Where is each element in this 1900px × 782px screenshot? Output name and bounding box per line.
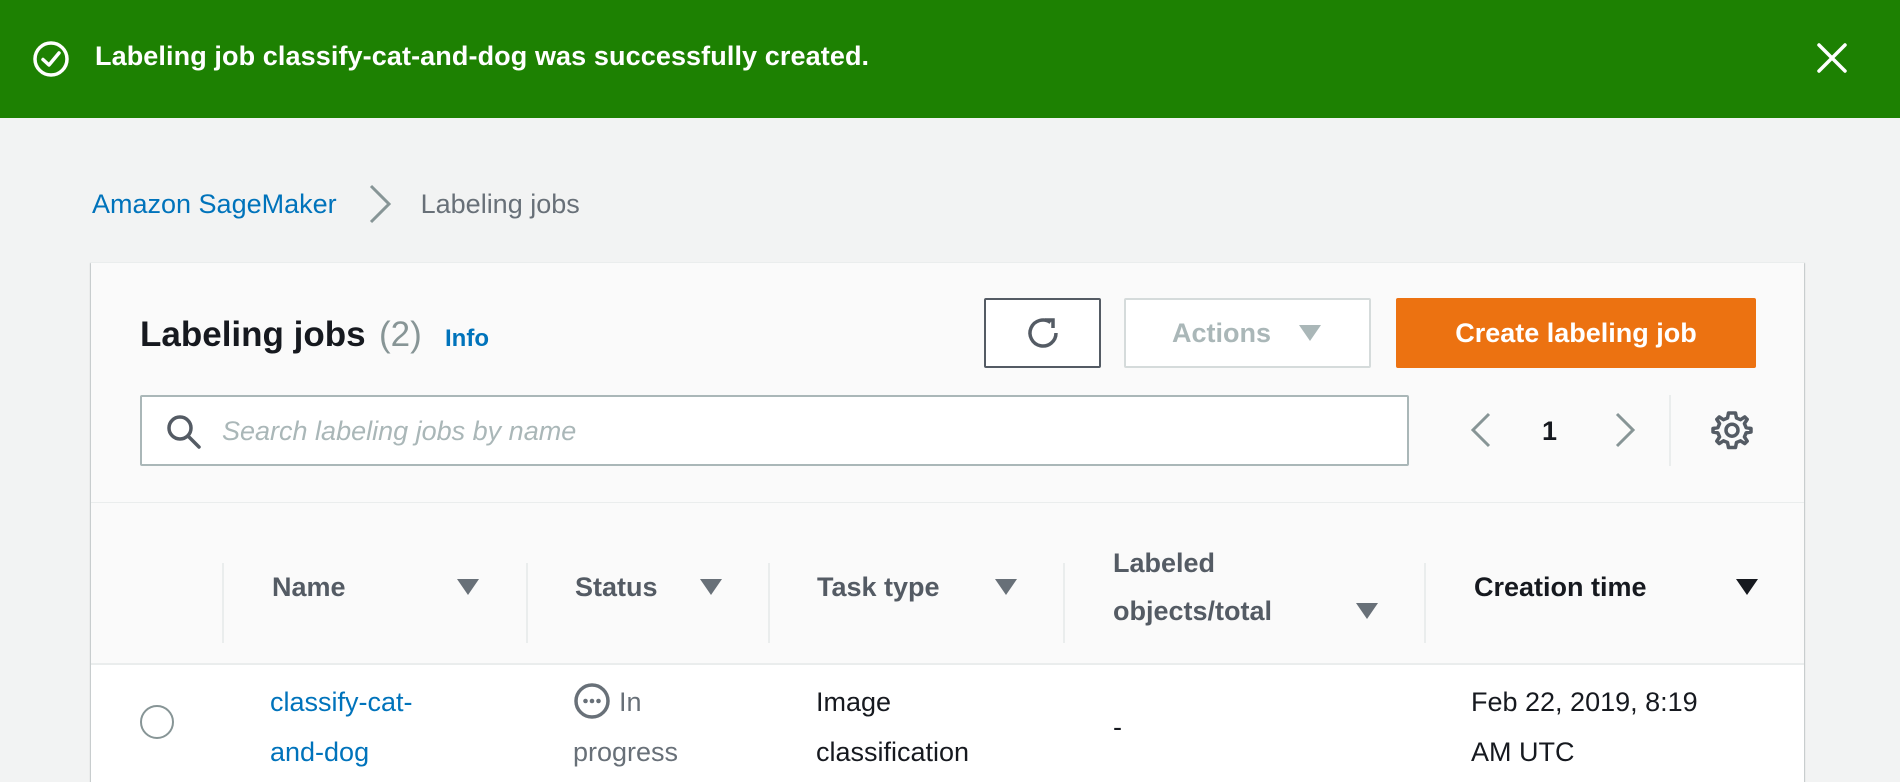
- in-progress-icon: [574, 683, 610, 719]
- labeled-objects-value: -: [1113, 712, 1122, 742]
- column-divider: [1063, 563, 1065, 643]
- actions-label: Actions: [1171, 317, 1271, 348]
- column-header-labeled-line2[interactable]: objects/total: [1113, 587, 1272, 635]
- sort-caret-down-icon[interactable]: [993, 577, 1019, 597]
- toolbar-divider: [1669, 395, 1671, 466]
- chevron-right-icon[interactable]: [1605, 408, 1645, 452]
- sort-caret-down-icon[interactable]: [455, 577, 481, 597]
- chevron-left-icon[interactable]: [1461, 408, 1501, 452]
- search-input[interactable]: [222, 407, 1382, 455]
- status-text-line1: In: [619, 687, 642, 717]
- success-check-icon: [33, 41, 69, 77]
- column-header-labeled-line1[interactable]: Labeled: [1113, 539, 1215, 587]
- sort-caret-down-active-icon[interactable]: [1734, 577, 1760, 597]
- create-labeling-job-label: Create labeling job: [1455, 317, 1697, 348]
- job-name-link-line1[interactable]: classify-cat-: [270, 677, 413, 727]
- column-header-name[interactable]: Name: [272, 563, 346, 611]
- search-field[interactable]: [140, 395, 1409, 466]
- column-divider: [222, 563, 224, 643]
- sort-caret-down-icon[interactable]: [1354, 601, 1380, 621]
- caret-down-icon: [1299, 325, 1321, 341]
- breadcrumb: Amazon SageMaker Labeling jobs: [92, 182, 580, 226]
- job-name-link-line2[interactable]: and-dog: [270, 727, 369, 777]
- job-count: (2): [379, 315, 422, 354]
- task-type-line2: classification: [816, 737, 970, 767]
- create-labeling-job-button[interactable]: Create labeling job: [1396, 298, 1756, 368]
- close-icon[interactable]: [1814, 40, 1850, 76]
- gear-icon[interactable]: [1711, 409, 1753, 451]
- page-title: Labeling jobs: [140, 315, 366, 354]
- actions-dropdown-button[interactable]: Actions: [1124, 298, 1371, 368]
- chevron-right-icon: [369, 184, 391, 224]
- current-page-number[interactable]: 1: [1542, 416, 1557, 447]
- breadcrumb-root-link[interactable]: Amazon SageMaker: [92, 189, 337, 220]
- creation-time-line1: Feb 22, 2019, 8:19: [1471, 687, 1698, 717]
- flash-message: Labeling job classify-cat-and-dog was su…: [95, 41, 870, 71]
- status-text-line2: progress: [573, 737, 679, 767]
- task-type-line1: Image: [816, 687, 892, 717]
- refresh-button[interactable]: [984, 298, 1101, 368]
- column-divider: [1424, 563, 1426, 643]
- success-flash-banner: Labeling job classify-cat-and-dog was su…: [0, 0, 1900, 118]
- refresh-icon: [1027, 318, 1058, 348]
- row-select-radio[interactable]: [140, 705, 174, 739]
- column-header-creation-time[interactable]: Creation time: [1474, 563, 1647, 611]
- table-header-area: Labeling jobs (2) Info Actions Create la…: [91, 263, 1804, 503]
- info-link[interactable]: Info: [445, 325, 489, 353]
- sort-caret-down-icon[interactable]: [698, 577, 724, 597]
- search-icon: [167, 415, 201, 449]
- column-header-status[interactable]: Status: [575, 563, 658, 611]
- creation-time-line2: AM UTC: [1471, 737, 1575, 767]
- column-divider: [526, 563, 528, 643]
- breadcrumb-current: Labeling jobs: [420, 188, 580, 219]
- column-divider: [768, 563, 770, 643]
- labeling-jobs-table-container: Labeling jobs (2) Info Actions Create la…: [91, 262, 1804, 782]
- column-header-task-type[interactable]: Task type: [817, 563, 940, 611]
